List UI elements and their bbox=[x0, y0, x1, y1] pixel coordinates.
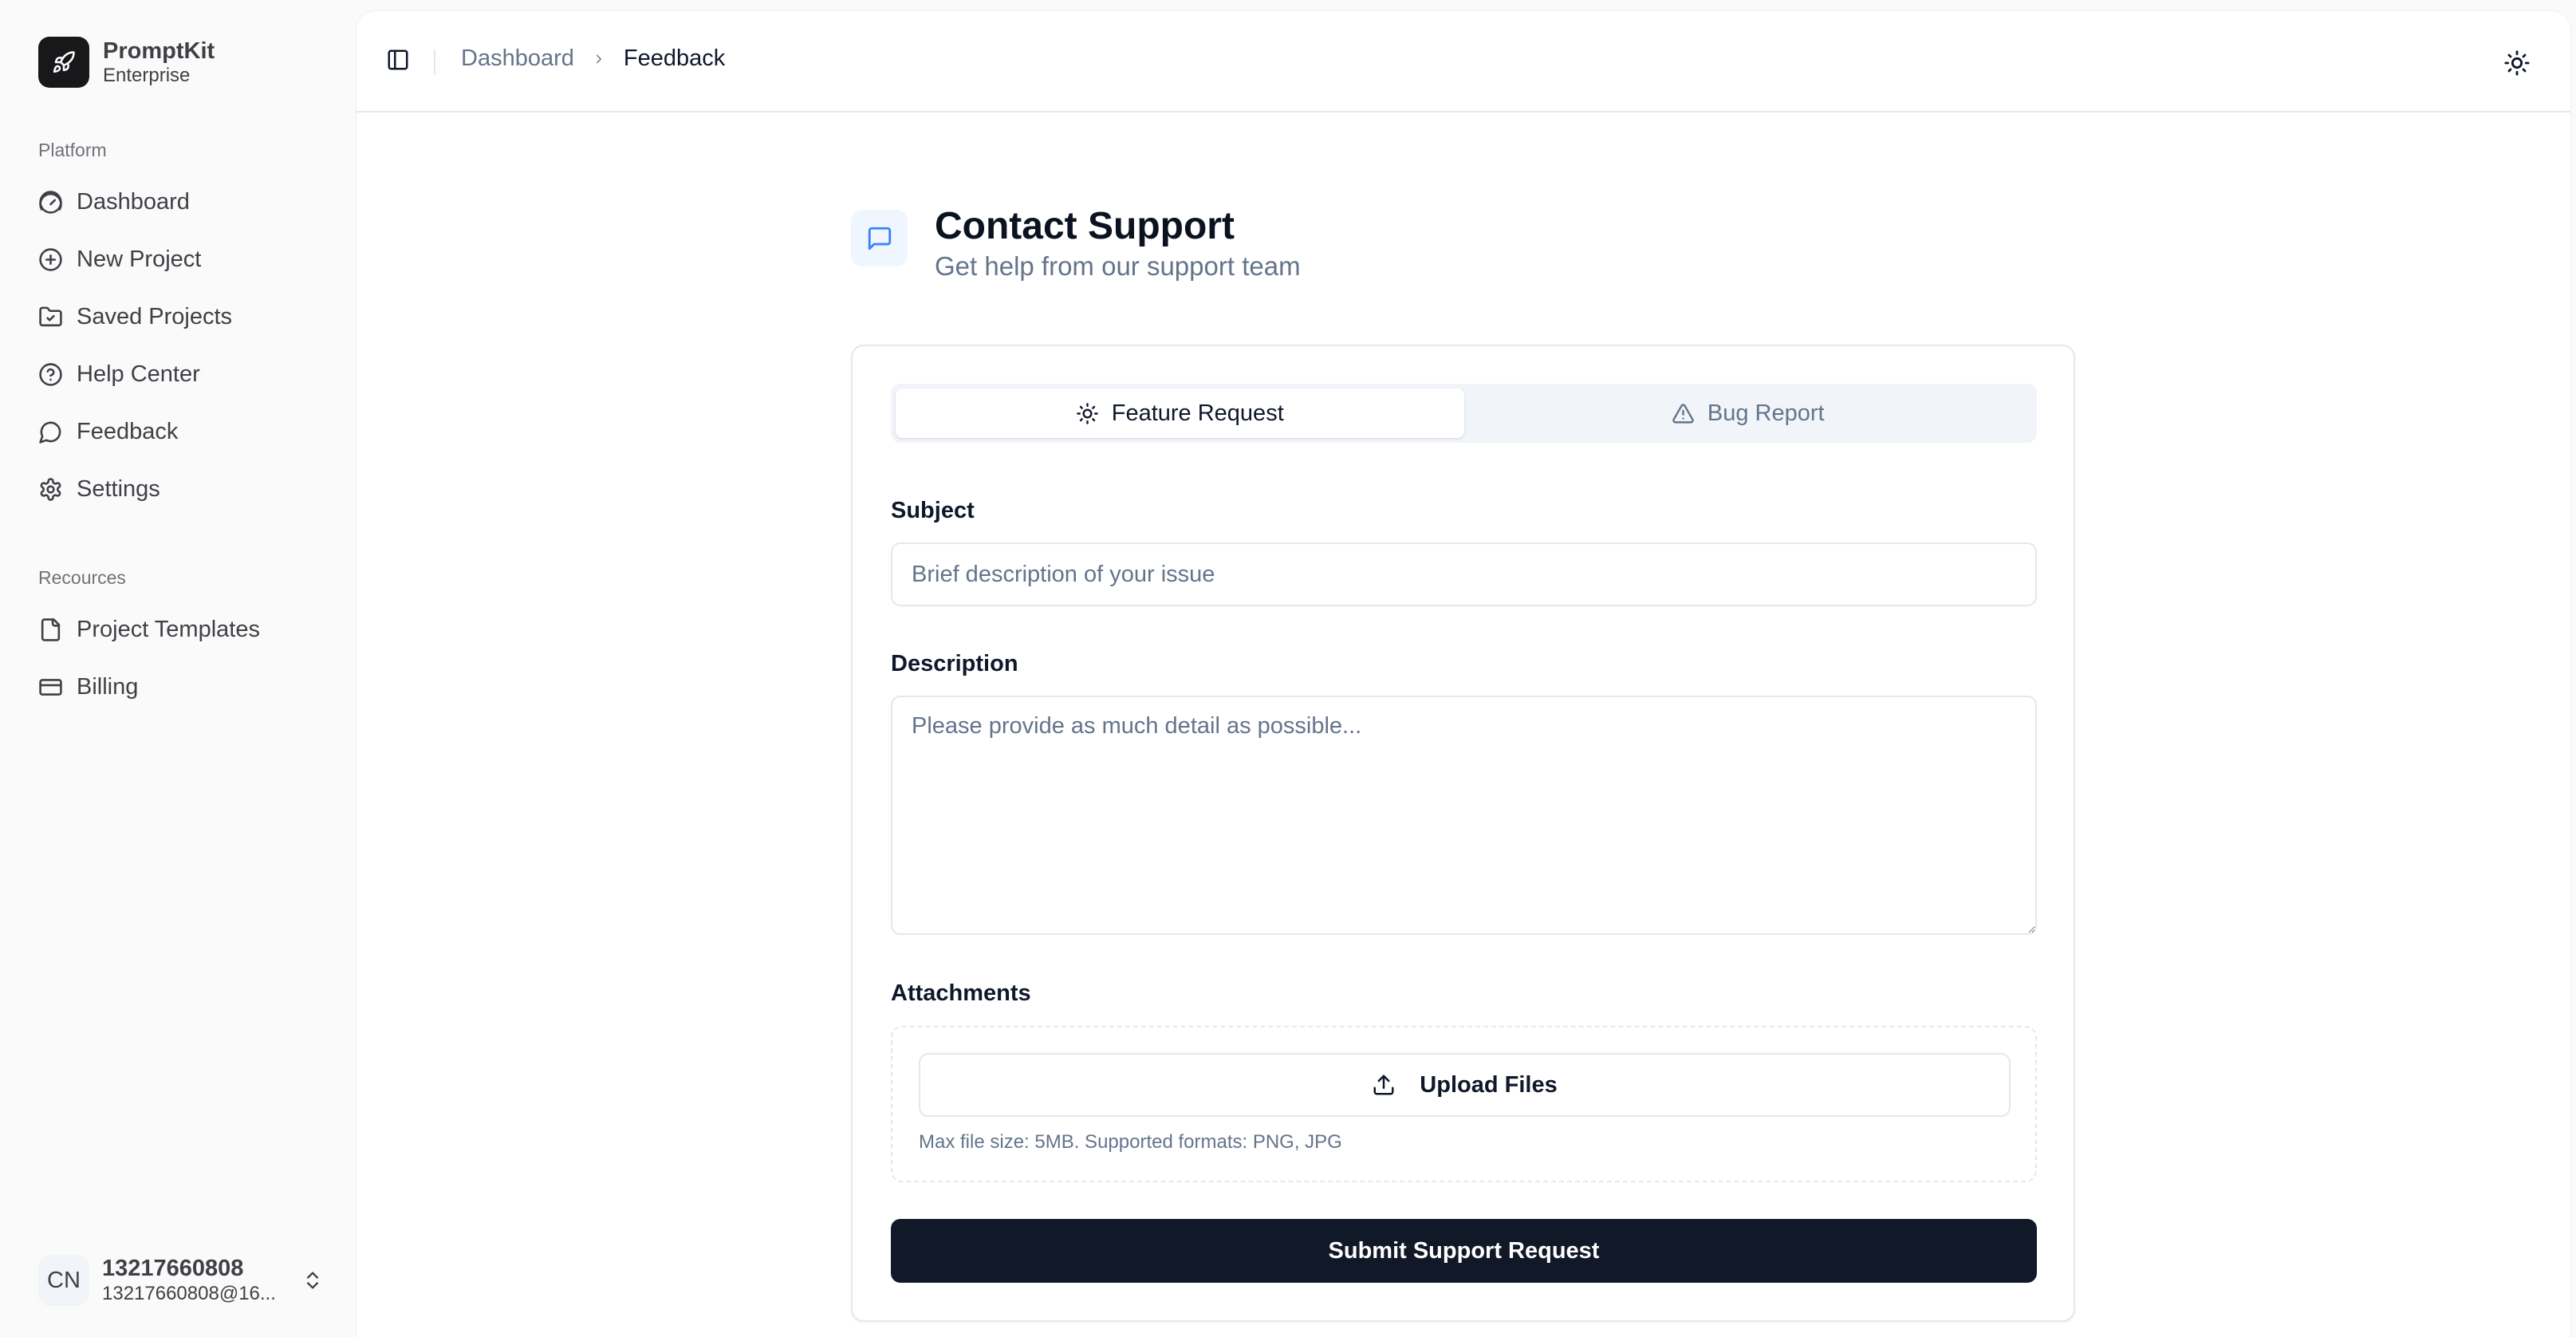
sidebar-item-label: Settings bbox=[77, 475, 160, 502]
subject-input[interactable] bbox=[891, 542, 2037, 606]
brand-logo bbox=[38, 37, 89, 88]
sidebar-item-settings[interactable]: Settings bbox=[27, 464, 330, 514]
nav-resources: Project Templates Billing bbox=[27, 605, 330, 720]
description-label: Description bbox=[891, 651, 1018, 676]
avatar: CN bbox=[38, 1255, 89, 1306]
sidebar-item-label: New Project bbox=[77, 246, 202, 272]
sidebar-item-dashboard[interactable]: Dashboard bbox=[27, 177, 330, 227]
upload-files-button[interactable]: Upload Files bbox=[919, 1053, 2011, 1117]
tab-label: Bug Report bbox=[1707, 400, 1825, 426]
subject-label: Subject bbox=[891, 498, 975, 523]
sidebar: PromptKit Enterprise Platform Dashboard … bbox=[0, 0, 356, 1337]
credit-card-icon bbox=[39, 678, 62, 696]
upload-files-label: Upload Files bbox=[1420, 1071, 1558, 1098]
plus-circle-icon bbox=[39, 247, 62, 271]
tab-bug-report[interactable]: Bug Report bbox=[1464, 388, 2033, 438]
page-icon bbox=[851, 210, 908, 266]
request-type-tabs: Feature Request Bug Report bbox=[891, 384, 2037, 443]
user-email: 13217660808@16... bbox=[102, 1283, 276, 1304]
upload-icon bbox=[1373, 1075, 1394, 1095]
brand[interactable]: PromptKit Enterprise bbox=[38, 37, 215, 88]
sun-icon bbox=[1076, 402, 1098, 424]
file-icon bbox=[41, 617, 61, 641]
tab-feature-request[interactable]: Feature Request bbox=[896, 388, 1464, 438]
sidebar-item-help-center[interactable]: Help Center bbox=[27, 349, 330, 399]
rocket-icon bbox=[53, 51, 75, 73]
nav-platform: Dashboard New Project Saved Projects Hel… bbox=[27, 177, 330, 522]
sidebar-item-saved-projects[interactable]: Saved Projects bbox=[27, 292, 330, 341]
sidebar-item-feedback[interactable]: Feedback bbox=[27, 407, 330, 456]
group-label-platform: Platform bbox=[38, 140, 107, 160]
chevron-right-icon bbox=[596, 54, 601, 63]
breadcrumb-dashboard[interactable]: Dashboard bbox=[461, 45, 574, 72]
breadcrumb-current: Feedback bbox=[623, 45, 726, 71]
sidebar-toggle-icon[interactable] bbox=[386, 48, 410, 72]
page-header: Contact Support Get help from our suppor… bbox=[851, 203, 1301, 282]
page-subtitle: Get help from our support team bbox=[935, 250, 1301, 281]
sidebar-item-label: Help Center bbox=[77, 361, 200, 387]
message-square-icon bbox=[868, 227, 891, 250]
description-textarea[interactable] bbox=[891, 696, 2037, 935]
message-circle-icon bbox=[39, 421, 61, 444]
attachments-hint: Max file size: 5MB. Supported formats: P… bbox=[919, 1131, 1342, 1153]
attachments-label: Attachments bbox=[891, 980, 1031, 1006]
support-form-card: Feature Request Bug Report Subject Descr… bbox=[851, 345, 2075, 1322]
help-circle-icon bbox=[39, 362, 62, 386]
alert-triangle-icon bbox=[1672, 403, 1694, 424]
page-title: Contact Support bbox=[935, 205, 1235, 247]
gear-icon bbox=[40, 477, 61, 501]
chevrons-up-down-icon[interactable] bbox=[301, 1269, 324, 1292]
sidebar-item-label: Feedback bbox=[77, 418, 179, 444]
gauge-icon bbox=[39, 190, 62, 214]
sidebar-item-project-templates[interactable]: Project Templates bbox=[27, 605, 330, 654]
sidebar-item-label: Project Templates bbox=[77, 616, 260, 642]
attachments-dropzone[interactable]: Upload Files Max file size: 5MB. Support… bbox=[891, 1026, 2037, 1182]
submit-support-request-button[interactable]: Submit Support Request bbox=[891, 1219, 2037, 1283]
sun-icon[interactable] bbox=[2503, 49, 2531, 77]
group-label-resources: Recources bbox=[38, 567, 126, 588]
sidebar-item-new-project[interactable]: New Project bbox=[27, 235, 330, 284]
folder-check-icon bbox=[39, 306, 62, 326]
user-menu[interactable]: CN 13217660808 13217660808@16... bbox=[38, 1254, 325, 1307]
breadcrumb: Dashboard Feedback bbox=[461, 45, 725, 72]
sidebar-item-billing[interactable]: Billing bbox=[27, 662, 330, 712]
header-divider bbox=[434, 49, 435, 75]
sidebar-item-label: Billing bbox=[77, 673, 139, 700]
sidebar-item-label: Dashboard bbox=[77, 188, 190, 215]
sidebar-item-label: Saved Projects bbox=[77, 303, 233, 329]
header: Dashboard Feedback bbox=[356, 11, 2570, 112]
brand-name: PromptKit bbox=[103, 37, 215, 64]
tab-label: Feature Request bbox=[1111, 400, 1284, 426]
main-panel: Dashboard Feedback Contact Support Get h… bbox=[356, 11, 2570, 1337]
user-name: 13217660808 bbox=[102, 1256, 244, 1282]
brand-subtitle: Enterprise bbox=[103, 64, 191, 86]
